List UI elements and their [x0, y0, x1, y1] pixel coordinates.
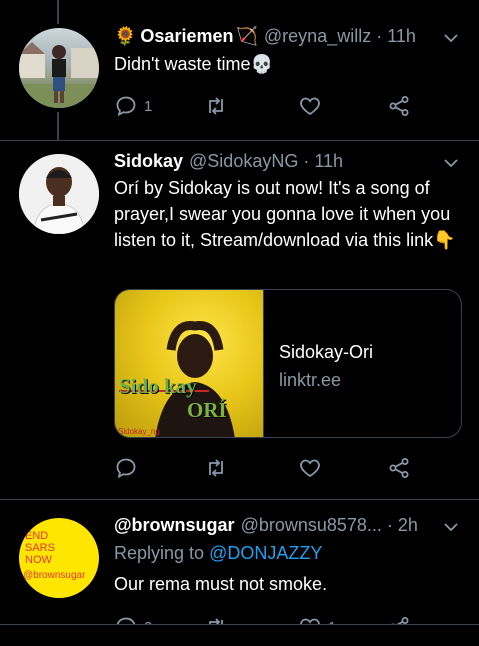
display-name[interactable]: Sidokay: [114, 151, 183, 172]
card-image: Sido kay ORÍ Sidokay_ng: [115, 290, 264, 437]
reply-icon: [116, 458, 136, 479]
tweet-text: Didn't waste time💀: [114, 54, 273, 74]
chevron-down-icon[interactable]: [443, 30, 459, 46]
display-name[interactable]: @brownsugar: [114, 515, 235, 536]
name-emoji: 🌻: [114, 25, 137, 46]
thread-line-bottom: [57, 112, 59, 140]
card-domain: linktr.ee: [279, 370, 342, 390]
like-icon: [300, 97, 320, 116]
share-icon: [389, 96, 409, 116]
replying-to: Replying to @DONJAZZY: [114, 540, 463, 566]
like-icon: [300, 459, 320, 478]
bottom-bar: [0, 625, 479, 646]
card-image-text-title: ORÍ: [187, 398, 227, 422]
timestamp[interactable]: 11h: [387, 26, 416, 47]
name-suffix-emoji: 🏹: [235, 25, 258, 46]
tweet-text: Our rema must not smoke.: [114, 574, 328, 594]
timestamp[interactable]: 11h: [314, 151, 343, 172]
reply-count: 1: [144, 97, 153, 115]
like-button[interactable]: [298, 91, 322, 121]
handle[interactable]: @brownsu8578...: [241, 515, 382, 536]
separator-dot: ·: [386, 514, 393, 535]
reply-button[interactable]: 1: [114, 91, 152, 121]
chevron-down-icon[interactable]: [443, 155, 459, 171]
share-button[interactable]: [387, 453, 411, 483]
retweet-button[interactable]: [204, 453, 228, 483]
link-card[interactable]: Sido kay ORÍ Sidokay_ng Sidokay-Ori link…: [114, 289, 462, 438]
chevron-down-icon[interactable]: [443, 519, 459, 535]
tweet-actions: 1: [114, 91, 414, 121]
card-image-text-artist: Sido kay: [119, 374, 197, 398]
tweet-osariemen[interactable]: 🌻 Osariemen 🏹 @reyna_willz · 11h Didn't …: [0, 0, 479, 140]
card-title: Sidokay-Ori: [279, 342, 374, 362]
share-icon: [389, 458, 409, 478]
retweet-button[interactable]: [204, 91, 228, 121]
card-image-caption: Sidokay_ng: [118, 427, 160, 436]
display-name[interactable]: Osariemen: [140, 26, 233, 47]
timestamp[interactable]: 2h: [398, 515, 418, 536]
avatar[interactable]: END SARS NOW @brownsugar: [19, 518, 99, 598]
handle[interactable]: @SidokayNG: [189, 151, 298, 172]
like-button[interactable]: [298, 453, 322, 483]
avatar-text-handle: @brownsugar: [23, 570, 86, 581]
retweet-icon: [209, 459, 223, 477]
handle[interactable]: @reyna_willz: [264, 26, 371, 47]
avatar[interactable]: [19, 154, 99, 234]
avatar-text-end-sars: END SARS NOW: [25, 530, 55, 566]
tweet-text: Orí by Sidokay is out now! It's a song o…: [114, 178, 456, 250]
tweet-actions: [114, 453, 414, 483]
avatar[interactable]: [19, 28, 99, 108]
separator-dot: ·: [376, 25, 383, 46]
reply-icon: [116, 96, 136, 117]
tweet-sidokay[interactable]: Sidokay @SidokayNG · 11h Orí by Sidokay …: [0, 141, 479, 499]
share-button[interactable]: [387, 91, 411, 121]
replying-to-link[interactable]: @DONJAZZY: [209, 543, 322, 563]
separator-dot: ·: [303, 150, 310, 171]
replying-prefix: Replying to: [114, 543, 210, 563]
reply-button[interactable]: [114, 453, 138, 483]
retweet-icon: [209, 97, 223, 115]
